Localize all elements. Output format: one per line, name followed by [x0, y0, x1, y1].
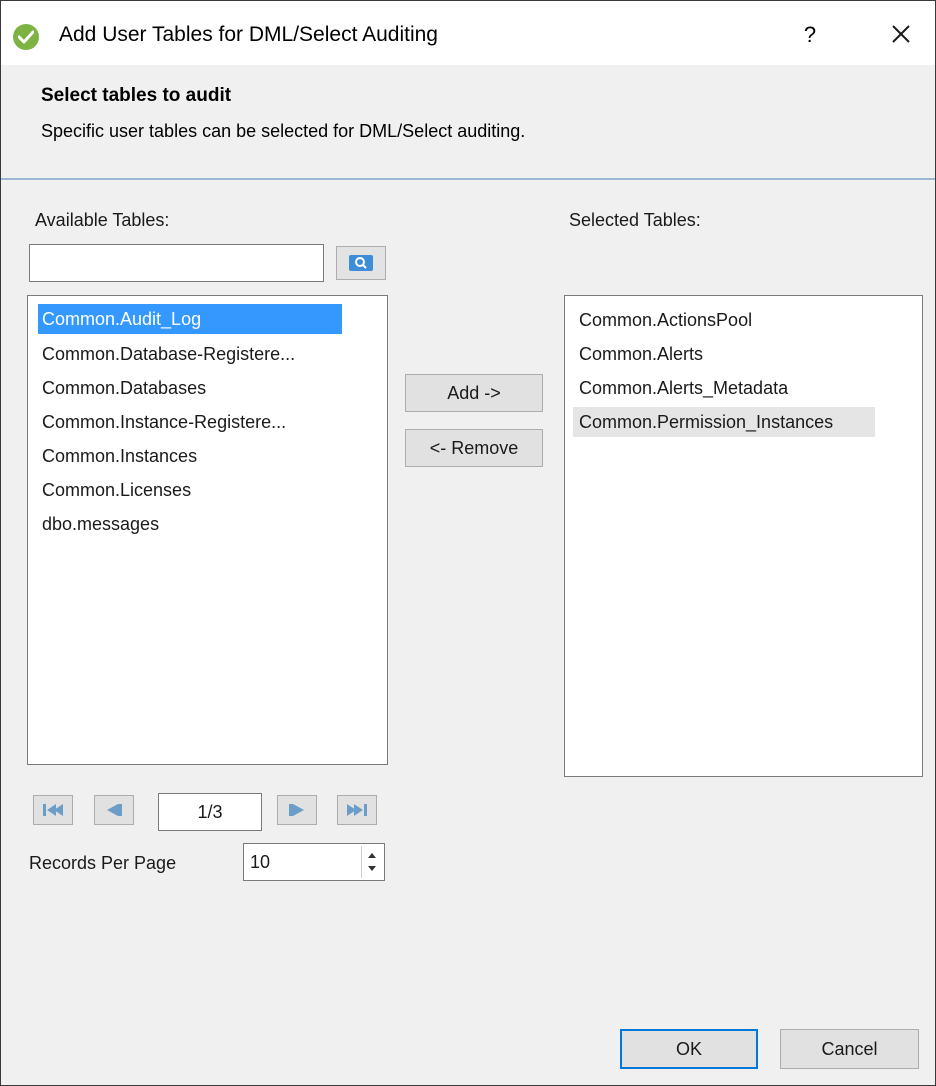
records-per-page-spinner[interactable]: 10 — [243, 843, 385, 881]
dialog-window: Add User Tables for DML/Select Auditing … — [0, 0, 936, 1086]
records-per-page-value: 10 — [250, 852, 271, 872]
list-item[interactable]: Common.Alerts — [579, 339, 703, 369]
next-page-icon — [289, 804, 304, 816]
last-page-icon — [347, 804, 367, 816]
page-indicator[interactable]: 1/3 — [158, 793, 262, 831]
search-button[interactable] — [336, 246, 386, 280]
close-icon — [892, 25, 910, 43]
close-button[interactable] — [881, 16, 921, 54]
list-item[interactable]: Common.Instance-Registere... — [42, 407, 286, 437]
available-tables-list[interactable]: Common.Audit_Log Common.Database-Registe… — [27, 295, 388, 765]
first-page-icon — [43, 804, 63, 816]
available-tables-label: Available Tables: — [35, 210, 170, 230]
list-item[interactable]: Common.Instances — [42, 441, 197, 471]
last-page-button[interactable] — [337, 795, 377, 825]
remove-button[interactable]: <- Remove — [405, 429, 543, 467]
header-divider — [1, 178, 935, 180]
app-check-icon — [13, 24, 39, 50]
add-button[interactable]: Add -> — [405, 374, 543, 412]
spinner-arrows[interactable] — [361, 846, 382, 878]
header-title: Select tables to audit — [41, 85, 232, 106]
list-item[interactable]: Common.Database-Registere... — [42, 339, 295, 369]
header-description: Specific user tables can be selected for… — [41, 121, 526, 141]
cancel-button[interactable]: Cancel — [780, 1029, 919, 1069]
title-bar: Add User Tables for DML/Select Auditing … — [1, 1, 935, 65]
list-item[interactable]: Common.Audit_Log — [38, 304, 342, 334]
list-item[interactable]: Common.Permission_Instances — [573, 407, 875, 437]
previous-page-icon — [107, 804, 122, 816]
list-item[interactable]: Common.Licenses — [42, 475, 191, 505]
list-item[interactable]: Common.Databases — [42, 373, 206, 403]
ok-button[interactable]: OK — [620, 1029, 758, 1069]
next-page-button[interactable] — [277, 795, 317, 825]
selected-tables-label: Selected Tables: — [569, 210, 701, 230]
previous-page-button[interactable] — [94, 795, 134, 825]
window-title: Add User Tables for DML/Select Auditing — [59, 23, 438, 46]
help-button[interactable]: ? — [795, 17, 825, 53]
list-item[interactable]: Common.ActionsPool — [579, 305, 752, 335]
records-per-page-label: Records Per Page — [29, 853, 177, 873]
selected-tables-list[interactable]: Common.ActionsPool Common.Alerts Common.… — [564, 295, 923, 777]
search-input[interactable] — [29, 244, 324, 282]
list-item[interactable]: Common.Alerts_Metadata — [579, 373, 788, 403]
spinner-up-down-icon — [368, 853, 376, 871]
search-icon — [349, 255, 373, 271]
first-page-button[interactable] — [33, 795, 73, 825]
list-item[interactable]: dbo.messages — [42, 509, 159, 539]
